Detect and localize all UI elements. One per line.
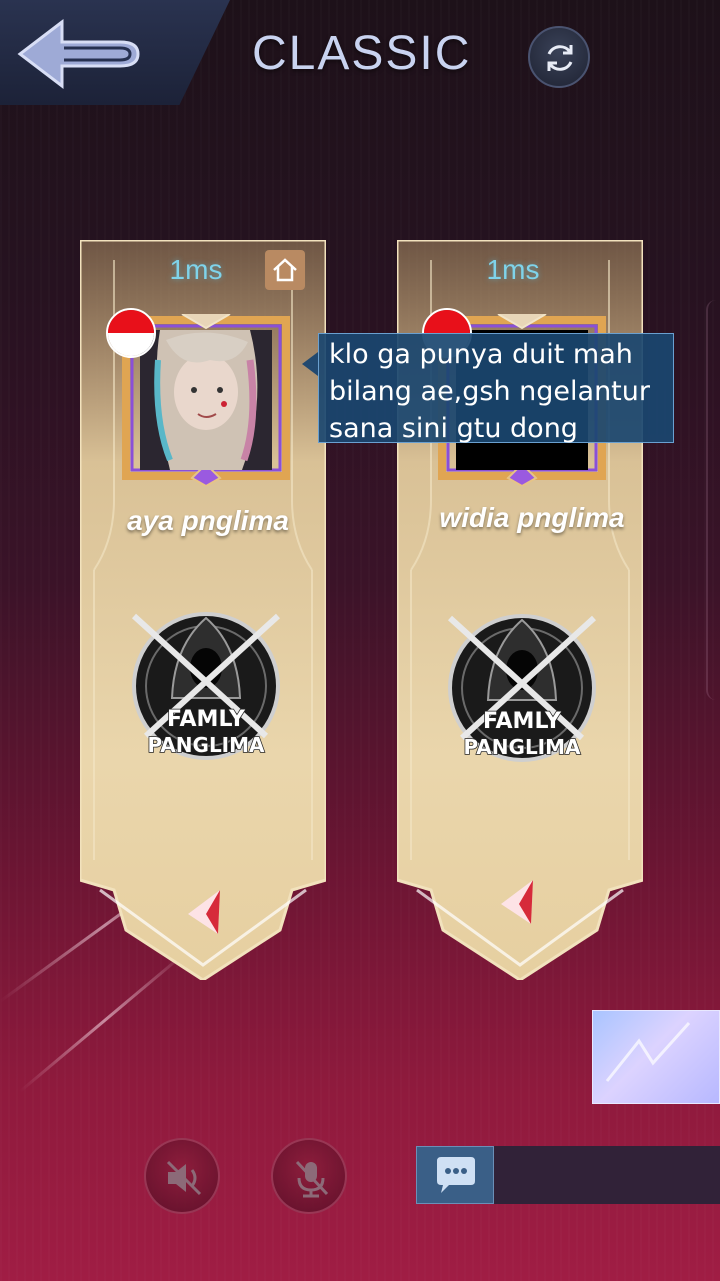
clan-emblem: FAMLY PANGLIMA [126,606,286,776]
avatar-frame[interactable] [106,308,290,486]
chat-bubble: klo ga punya duit mah bilang ae,gsh ngel… [318,333,674,444]
back-arrow-icon [17,18,140,90]
speaker-muted-icon [166,1160,202,1196]
chat-line: bilang ae,gsh ngelantur [329,376,650,407]
ping-value: 1ms [486,254,540,285]
lightning-icon [605,1021,691,1082]
refresh-button[interactable] [528,26,590,88]
chat-bubble-tail [302,352,318,376]
emblem-line-1: FAMLY [483,709,562,734]
player-name: widia pnglima [439,502,625,533]
mic-muted-icon [295,1160,329,1198]
mic-toggle-button[interactable] [271,1138,347,1214]
player-name: aya pnglima [127,505,289,536]
rank-marker-icon [188,890,220,934]
ping-value: 1ms [169,254,223,285]
back-button[interactable] [12,14,152,94]
speaker-toggle-button[interactable] [144,1138,220,1214]
home-icon [265,250,305,290]
emblem-line-1: FAMLY [167,707,246,732]
rank-marker-icon [501,880,533,924]
chat-button[interactable] [416,1146,494,1204]
avatar [140,330,272,470]
clan-emblem: FAMLY PANGLIMA [442,608,602,778]
page-title: CLASSIC [252,27,472,80]
side-panel-button[interactable] [592,1010,720,1104]
emblem-line-2: PANGLIMA [147,733,265,757]
chat-icon [437,1157,475,1193]
chat-line: sana sini gtu dong [329,413,578,444]
refresh-icon [547,45,573,71]
scroll-edge [706,300,720,700]
emblem-line-2: PANGLIMA [463,735,581,759]
indonesia-flag-icon [106,308,156,358]
chat-line: klo ga punya duit mah [329,339,633,370]
